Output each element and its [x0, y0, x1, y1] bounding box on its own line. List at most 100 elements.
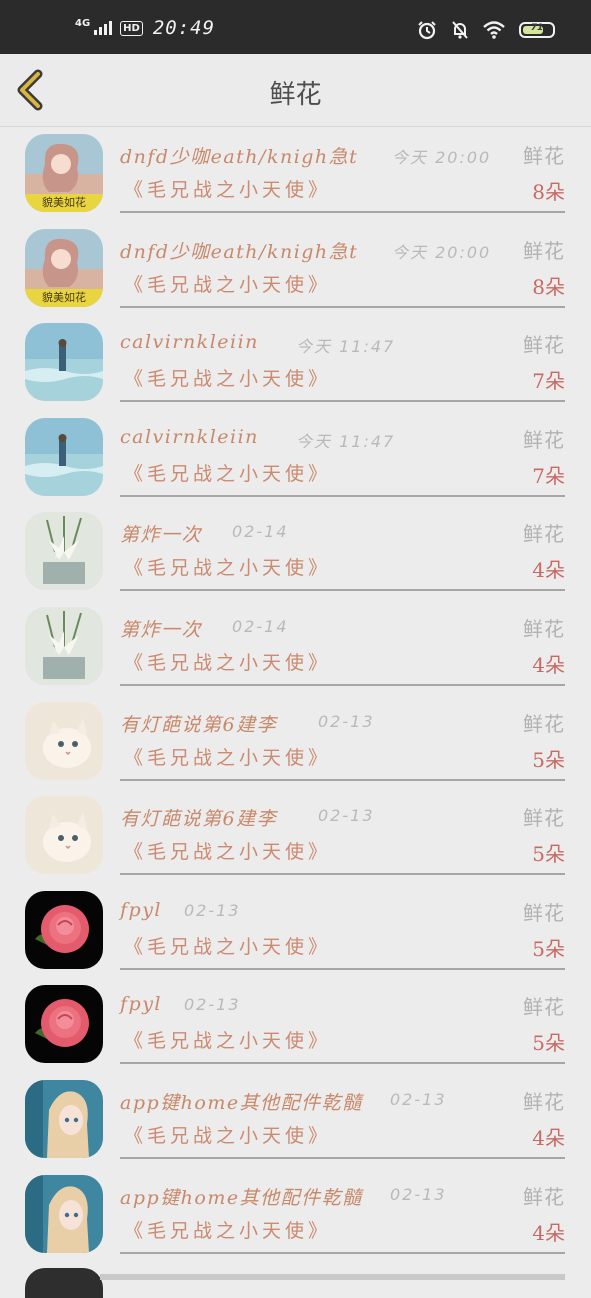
- list-item[interactable]: calvirnkleiin 今天 11:47 鲜花《毛兄战之小天使》 7朵: [0, 411, 591, 506]
- avatar[interactable]: [25, 1174, 103, 1253]
- gift-count: 5朵: [532, 936, 565, 961]
- gift-count: 4朵: [532, 1125, 565, 1150]
- gift-type: 鲜花: [523, 427, 565, 452]
- work-title: 《毛兄战之小天使》: [124, 651, 332, 674]
- sender-name: app键home其他配件乾髓: [120, 1091, 363, 1114]
- gift-count: 8朵: [532, 274, 565, 299]
- sender-name: fpyl: [120, 993, 163, 1016]
- avatar[interactable]: [25, 417, 103, 496]
- avatar-caption: 貌美如花: [25, 288, 103, 307]
- gift-type: 鲜花: [523, 144, 565, 168]
- gift-count: 5朵: [532, 1031, 565, 1056]
- work-title: 《毛兄战之小天使》: [124, 1030, 332, 1053]
- list-item[interactable]: 有灯葩说第6建李 02-13 鲜花《毛兄战之小天使》 5朵: [0, 789, 591, 884]
- page-title: 鲜花: [269, 80, 322, 110]
- avatar[interactable]: [25, 606, 103, 685]
- status-bar: 4G HD 20:49 71: [0, 0, 591, 54]
- avatar[interactable]: [25, 512, 103, 591]
- list-item[interactable]: 第炸一次 02-14 鲜花 《毛兄战之小天使》 4朵: [0, 505, 591, 600]
- list-item[interactable]: fpyl 02-13 鲜花 《毛兄战之小天使》 5朵: [0, 884, 591, 979]
- gift-count: 8朵: [532, 180, 565, 204]
- list-item-partial: [0, 1262, 591, 1298]
- gift-record-list: 貌美如花 dnfd少咖eath/knigh急t 今天 20:00 鲜花 《毛兄战之小天使…: [0, 127, 591, 1262]
- gift-type: 鲜花: [523, 900, 565, 925]
- gift-time: 今天 20:00: [392, 148, 492, 167]
- list-item[interactable]: 貌美如花 dnfd少咖eath/knigh急t 今天 20:00 鲜花《毛兄战之小天使…: [0, 127, 591, 222]
- gift-type: 鲜花: [523, 616, 565, 641]
- avatar[interactable]: [25, 796, 103, 875]
- mute-bell-icon: [452, 21, 468, 39]
- list-item[interactable]: 貌美如花 dnfd少咖eath/knigh急t 今天 20:00 鲜花 《毛兄战之小天使…: [0, 222, 591, 317]
- work-title: 《毛兄战之小天使》: [124, 462, 332, 485]
- network-type: 4G: [75, 17, 91, 29]
- row-divider: [120, 778, 565, 781]
- gift-count: 7朵: [532, 463, 565, 488]
- list-item[interactable]: fpyl 02-13 鲜花《毛兄战之小天使》 5朵: [0, 978, 591, 1073]
- sender-name: calvirnkleiin: [120, 425, 259, 448]
- wifi-icon: [483, 21, 505, 39]
- row-divider: [120, 1062, 565, 1065]
- list-item[interactable]: app键home其他配件乾髓 02-13 鲜花 《毛兄战之小天使》 4朵: [0, 1073, 591, 1168]
- row-divider: [100, 1274, 565, 1280]
- sender-name: 第炸一次: [120, 618, 203, 641]
- gift-type: 鲜花: [523, 522, 565, 547]
- gift-type: 鲜花: [523, 333, 565, 358]
- gift-type: 鲜花: [523, 1089, 565, 1114]
- row-divider: [120, 967, 565, 970]
- status-right: 71: [417, 20, 555, 40]
- list-item[interactable]: app键home其他配件乾髓 02-13 鲜花 《毛兄战之小天使》 4朵: [0, 1168, 591, 1263]
- avatar: [25, 1268, 103, 1298]
- gift-time: 今天 11:47: [296, 431, 396, 451]
- avatar[interactable]: [25, 890, 103, 969]
- work-title: 《毛兄战之小天使》: [124, 841, 332, 864]
- gift-type: 鲜花: [523, 711, 565, 736]
- row-divider: [120, 589, 565, 592]
- avatar[interactable]: [25, 1079, 103, 1158]
- title-bar: 鲜花: [0, 54, 591, 127]
- gift-count: 5朵: [532, 747, 565, 772]
- list-item[interactable]: calvirnkleiin 今天 11:47 鲜花《毛兄战之小天使》 7朵: [0, 316, 591, 411]
- sender-name: dnfd少咖eath/knigh急t: [120, 146, 359, 168]
- work-title: 《毛兄战之小天使》: [124, 179, 332, 201]
- gift-type: 鲜花: [523, 1184, 565, 1209]
- hd-badge: HD: [120, 20, 143, 36]
- work-title: 《毛兄战之小天使》: [124, 1219, 332, 1242]
- row-divider: [120, 1156, 565, 1159]
- row-divider: [120, 211, 565, 213]
- row-divider: [120, 494, 565, 497]
- sender-name: app键home其他配件乾髓: [120, 1186, 363, 1209]
- work-title: 《毛兄战之小天使》: [124, 273, 332, 296]
- avatar[interactable]: [25, 323, 103, 402]
- gift-time: 02-13: [184, 900, 241, 920]
- gift-type: 鲜花: [523, 806, 565, 831]
- row-divider: [120, 400, 565, 403]
- avatar-caption: 貌美如花: [25, 194, 103, 212]
- status-left: 4G HD 20:49: [75, 16, 215, 40]
- gift-time: 02-13: [318, 806, 375, 826]
- signal-icon: [94, 21, 113, 35]
- gift-count: 7朵: [532, 369, 565, 394]
- battery-icon: 71: [519, 22, 555, 38]
- list-item[interactable]: 第炸一次 02-14 鲜花《毛兄战之小天使》 4朵: [0, 600, 591, 695]
- gift-time: 02-13: [184, 995, 241, 1015]
- gift-type: 鲜花: [523, 995, 565, 1020]
- work-title: 《毛兄战之小天使》: [124, 1124, 332, 1147]
- avatar[interactable]: [25, 985, 103, 1064]
- work-title: 《毛兄战之小天使》: [124, 746, 332, 769]
- sender-name: 有灯葩说第6建李: [120, 808, 278, 831]
- gift-time: 今天 11:47: [296, 337, 396, 357]
- row-divider: [120, 873, 565, 876]
- work-title: 《毛兄战之小天使》: [124, 368, 332, 391]
- avatar[interactable]: 貌美如花: [25, 228, 103, 307]
- sender-name: 第炸一次: [120, 524, 203, 547]
- clock: 20:49: [152, 17, 216, 39]
- avatar[interactable]: [25, 701, 103, 780]
- sender-name: 有灯葩说第6建李: [120, 713, 278, 736]
- gift-time: 02-14: [232, 616, 289, 636]
- gift-count: 5朵: [532, 842, 565, 867]
- list-item[interactable]: 有灯葩说第6建李 02-13 鲜花 《毛兄战之小天使》 5朵: [0, 695, 591, 790]
- avatar[interactable]: 貌美如花: [25, 134, 103, 212]
- sender-name: calvirnkleiin: [120, 331, 259, 354]
- alarm-icon: [418, 21, 436, 40]
- gift-count: 4朵: [532, 652, 565, 677]
